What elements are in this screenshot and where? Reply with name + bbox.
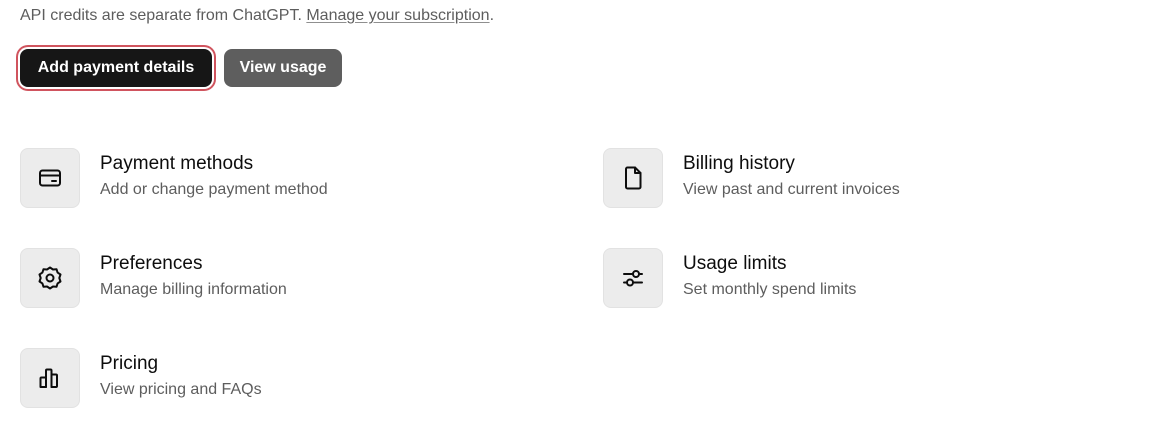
card-description: Set monthly spend limits [683, 281, 857, 298]
card-icon-tile [20, 148, 80, 208]
card-icon-tile [20, 348, 80, 408]
card-title: Payment methods [100, 153, 254, 174]
card-description: View past and current invoices [683, 181, 900, 198]
credits-notice-suffix: . [489, 7, 495, 24]
view-usage-button[interactable]: View usage [224, 49, 342, 87]
card-title: Usage limits [683, 253, 787, 274]
document-icon [625, 166, 642, 190]
card-icon-tile [20, 248, 80, 308]
card-preferences[interactable]: Preferences Manage billing information [20, 248, 500, 308]
credit-card-icon [39, 169, 61, 187]
gear-icon [38, 266, 62, 290]
manage-subscription-link[interactable]: Manage your subscription [306, 7, 489, 24]
card-description: Manage billing information [100, 281, 287, 298]
card-icon-tile [603, 148, 663, 208]
card-description: Add or change payment method [100, 181, 328, 198]
card-title: Pricing [100, 353, 159, 374]
card-payment-methods[interactable]: Payment methods Add or change payment me… [20, 148, 500, 208]
card-usage-limits[interactable]: Usage limits Set monthly spend limits [603, 248, 1083, 308]
card-icon-tile [603, 248, 663, 308]
credits-notice-text: API credits are separate from ChatGPT. [20, 7, 307, 24]
card-title: Preferences [100, 253, 203, 274]
credits-notice: API credits are separate from ChatGPT. M… [20, 6, 494, 26]
card-description: View pricing and FAQs [100, 381, 262, 398]
card-billing-history[interactable]: Billing history View past and current in… [603, 148, 1083, 208]
sliders-icon [623, 270, 643, 287]
card-pricing[interactable]: Pricing View pricing and FAQs [20, 348, 500, 408]
billing-overview: API credits are separate from ChatGPT. M… [0, 0, 1165, 440]
card-title: Billing history [683, 153, 795, 174]
bar-chart-icon [39, 368, 58, 388]
add-payment-details-button[interactable]: Add payment details [20, 49, 212, 87]
